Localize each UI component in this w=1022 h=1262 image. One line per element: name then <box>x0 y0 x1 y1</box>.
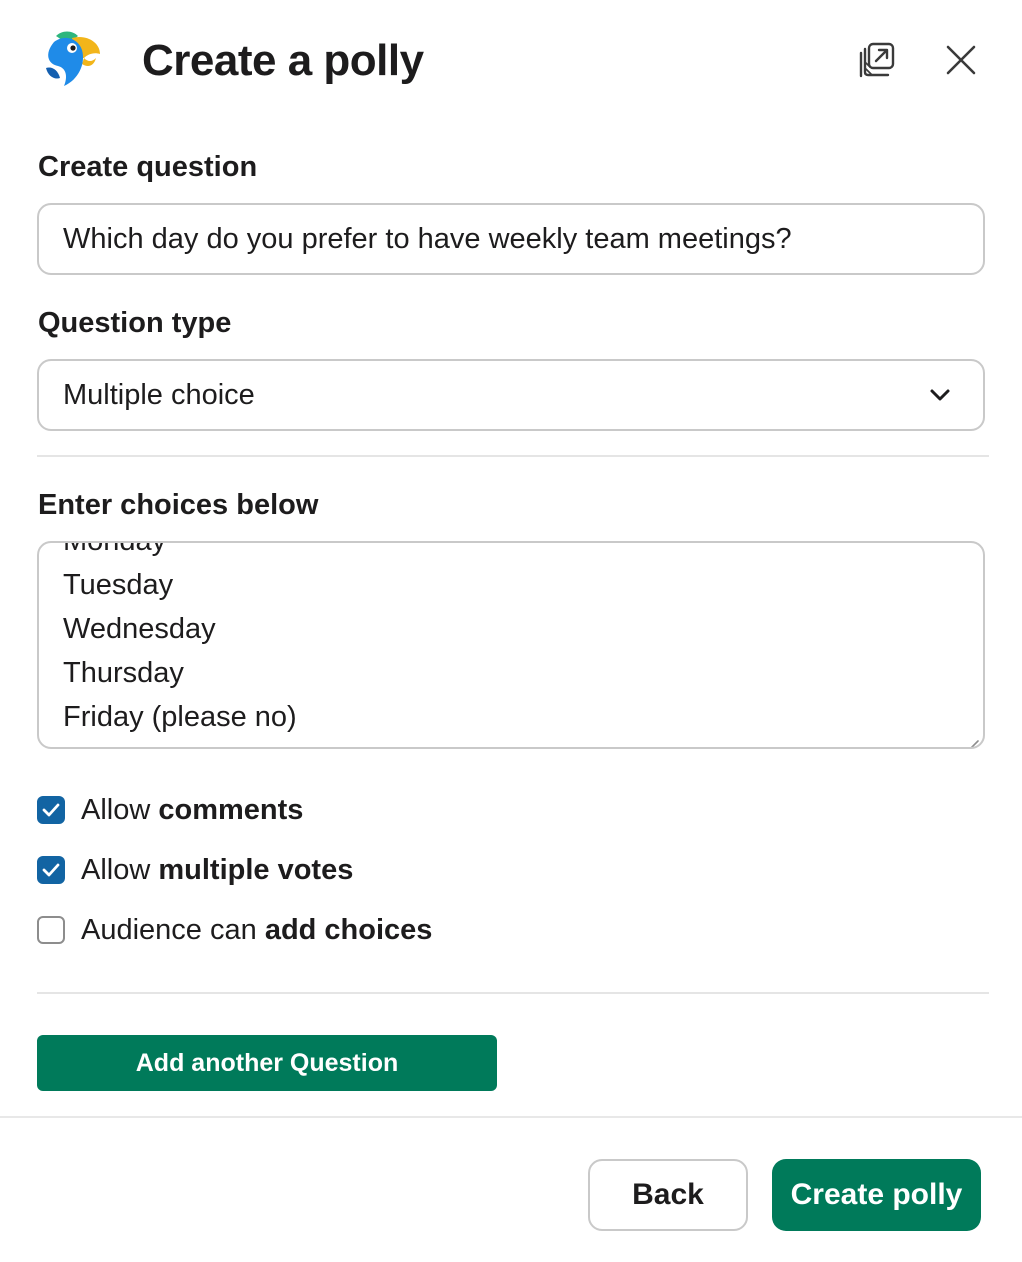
chevron-down-icon <box>929 388 951 402</box>
section-divider <box>37 455 989 457</box>
question-type-value: Multiple choice <box>63 378 255 411</box>
choice-line: Tuesday <box>63 569 174 601</box>
modal-title: Create a polly <box>142 36 424 85</box>
polly-parrot-logo <box>42 28 104 90</box>
choices-textarea[interactable]: Monday Tuesday Wednesday Thursday Friday… <box>37 541 985 749</box>
footer-divider <box>0 1116 1022 1118</box>
option-bold: add choices <box>264 913 433 946</box>
checkbox-unchecked-icon[interactable] <box>37 916 65 944</box>
option-prefix: Audience can <box>81 913 265 946</box>
audience-add-choices-option[interactable]: Audience can add choices <box>37 912 432 948</box>
choice-line: Monday <box>63 541 167 557</box>
option-bold: multiple votes <box>158 853 354 886</box>
choice-line: Friday (please no) <box>63 701 297 733</box>
popout-icon[interactable] <box>855 38 899 82</box>
question-input[interactable]: Which day do you prefer to have weekly t… <box>37 203 985 275</box>
resize-handle-icon[interactable] <box>964 728 980 747</box>
option-bold: comments <box>158 793 304 826</box>
add-another-question-button[interactable]: Add another Question <box>37 1035 497 1091</box>
option-prefix: Allow <box>81 793 159 826</box>
choice-line: Wednesday <box>63 613 216 645</box>
question-label: Create question <box>38 151 258 183</box>
choices-label: Enter choices below <box>38 489 319 521</box>
modal-header: Create a polly <box>0 0 1022 120</box>
create-polly-button[interactable]: Create polly <box>772 1159 981 1231</box>
checkbox-checked-icon[interactable] <box>37 796 65 824</box>
allow-comments-option[interactable]: Allow comments <box>37 792 303 828</box>
question-type-label: Question type <box>38 307 232 339</box>
close-icon[interactable] <box>939 38 983 82</box>
allow-multiple-votes-option[interactable]: Allow multiple votes <box>37 852 353 888</box>
question-input-value: Which day do you prefer to have weekly t… <box>63 222 792 255</box>
question-type-select[interactable]: Multiple choice <box>37 359 985 431</box>
back-button[interactable]: Back <box>588 1159 748 1231</box>
choice-line: Thursday <box>63 657 184 689</box>
section-divider <box>37 992 989 994</box>
choices-list: Monday Tuesday Wednesday Thursday Friday… <box>63 541 297 739</box>
checkbox-checked-icon[interactable] <box>37 856 65 884</box>
option-prefix: Allow <box>81 853 159 886</box>
